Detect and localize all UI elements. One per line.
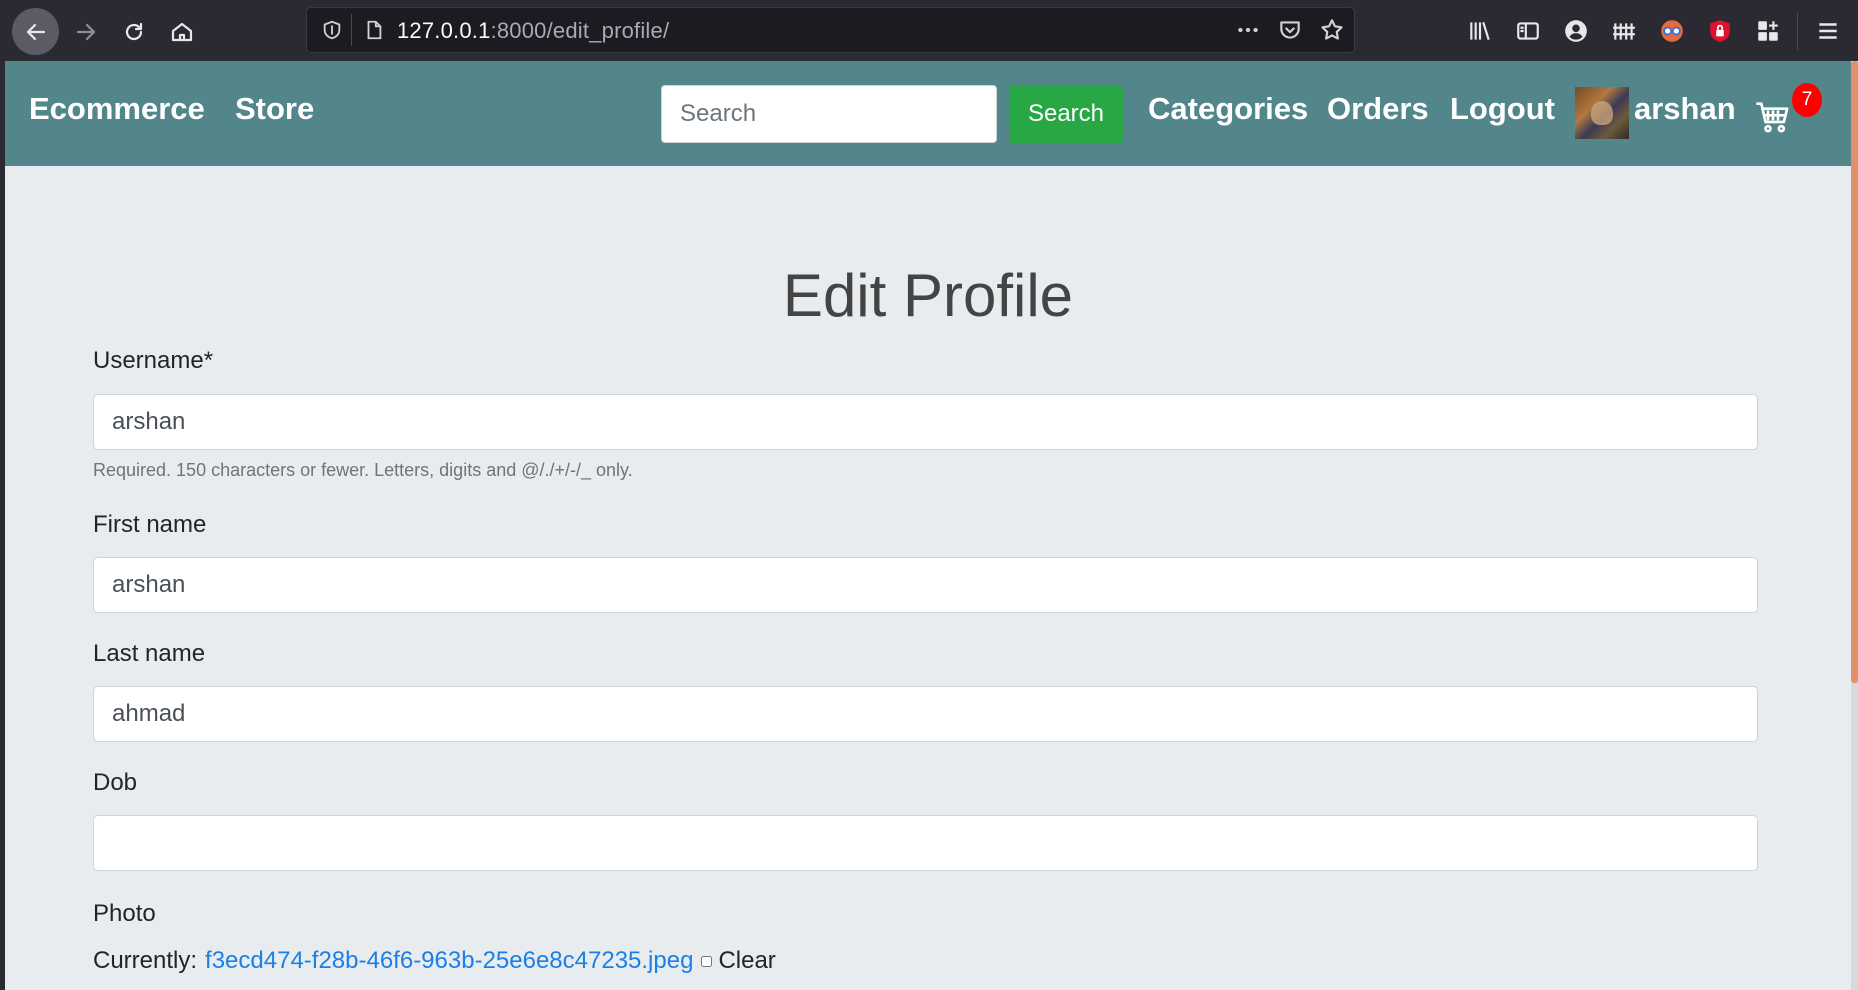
site-navbar: Ecommerce Store Search Categories Orders… xyxy=(5,61,1851,166)
menu-hamburger-icon[interactable] xyxy=(1814,17,1842,45)
reload-button[interactable] xyxy=(110,8,157,55)
first-name-label: First name xyxy=(93,511,207,538)
username-help-text: Required. 150 characters or fewer. Lette… xyxy=(93,460,633,480)
dob-label: Dob xyxy=(93,769,138,796)
store-link[interactable]: Store xyxy=(235,91,314,127)
reload-icon xyxy=(125,22,142,40)
nav-link-orders[interactable]: Orders xyxy=(1327,91,1429,127)
photo-currently-label: Currently: xyxy=(93,947,198,974)
nav-username[interactable]: arshan xyxy=(1634,91,1736,127)
dob-field[interactable] xyxy=(93,815,1758,871)
urlbar-separator xyxy=(351,14,352,46)
arrow-left-icon xyxy=(26,23,45,40)
account-icon[interactable] xyxy=(1562,17,1590,45)
nav-link-logout[interactable]: Logout xyxy=(1450,91,1555,127)
search-button[interactable]: Search xyxy=(1009,85,1123,143)
photo-clear-checkbox[interactable] xyxy=(701,955,713,967)
extension-lock-shield-icon[interactable] xyxy=(1706,17,1734,45)
extension-glasses-icon[interactable] xyxy=(1658,17,1686,45)
nav-link-categories[interactable]: Categories xyxy=(1148,91,1308,127)
extension-fence-icon[interactable] xyxy=(1610,17,1638,45)
username-label: Username* xyxy=(93,347,214,374)
forward-button[interactable] xyxy=(62,8,109,55)
page-info-icon[interactable] xyxy=(363,19,385,41)
sidebar-icon[interactable] xyxy=(1514,17,1542,45)
brand-link[interactable]: Ecommerce xyxy=(29,91,205,127)
scrollbar-thumb[interactable] xyxy=(1851,61,1858,683)
last-name-field[interactable] xyxy=(93,686,1758,742)
page-actions-icon[interactable] xyxy=(1235,17,1261,43)
search-input[interactable] xyxy=(661,85,997,143)
url-host: 127.0.0.1 xyxy=(397,18,491,43)
photo-clear-label[interactable]: Clear xyxy=(718,947,775,975)
shopping-cart-icon[interactable] xyxy=(1753,97,1793,137)
extensions-grid-icon[interactable] xyxy=(1754,17,1782,45)
address-bar[interactable]: 127.0.0.1:8000/edit_profile/ xyxy=(306,7,1355,53)
photo-label: Photo xyxy=(93,900,156,927)
pocket-icon[interactable] xyxy=(1277,17,1303,43)
home-button[interactable] xyxy=(158,8,205,55)
library-icon[interactable] xyxy=(1466,17,1494,45)
home-icon xyxy=(171,22,192,41)
url-path: :8000/edit_profile/ xyxy=(490,18,670,43)
page-viewport: Ecommerce Store Search Categories Orders… xyxy=(5,61,1851,990)
avatar[interactable] xyxy=(1575,87,1629,139)
tracking-shield-icon[interactable] xyxy=(321,19,343,41)
first-name-field[interactable] xyxy=(93,557,1758,613)
browser-toolbar: 127.0.0.1:8000/edit_profile/ xyxy=(0,0,1858,61)
photo-file-link[interactable]: f3ecd474-f28b-46f6-963b-25e6e8c47235.jpe… xyxy=(205,947,693,975)
back-button[interactable] xyxy=(12,8,59,55)
cart-count-badge: 7 xyxy=(1792,83,1822,117)
toolbar-separator xyxy=(1797,12,1798,50)
arrow-right-icon xyxy=(76,23,95,40)
last-name-label: Last name xyxy=(93,640,206,667)
username-field[interactable] xyxy=(93,394,1758,450)
bookmark-star-icon[interactable] xyxy=(1319,17,1345,43)
photo-current: Currently: f3ecd474-f28b-46f6-963b-25e6e… xyxy=(93,947,776,975)
url-text[interactable]: 127.0.0.1:8000/edit_profile/ xyxy=(397,18,669,44)
page-title: Edit Profile xyxy=(782,262,1074,329)
